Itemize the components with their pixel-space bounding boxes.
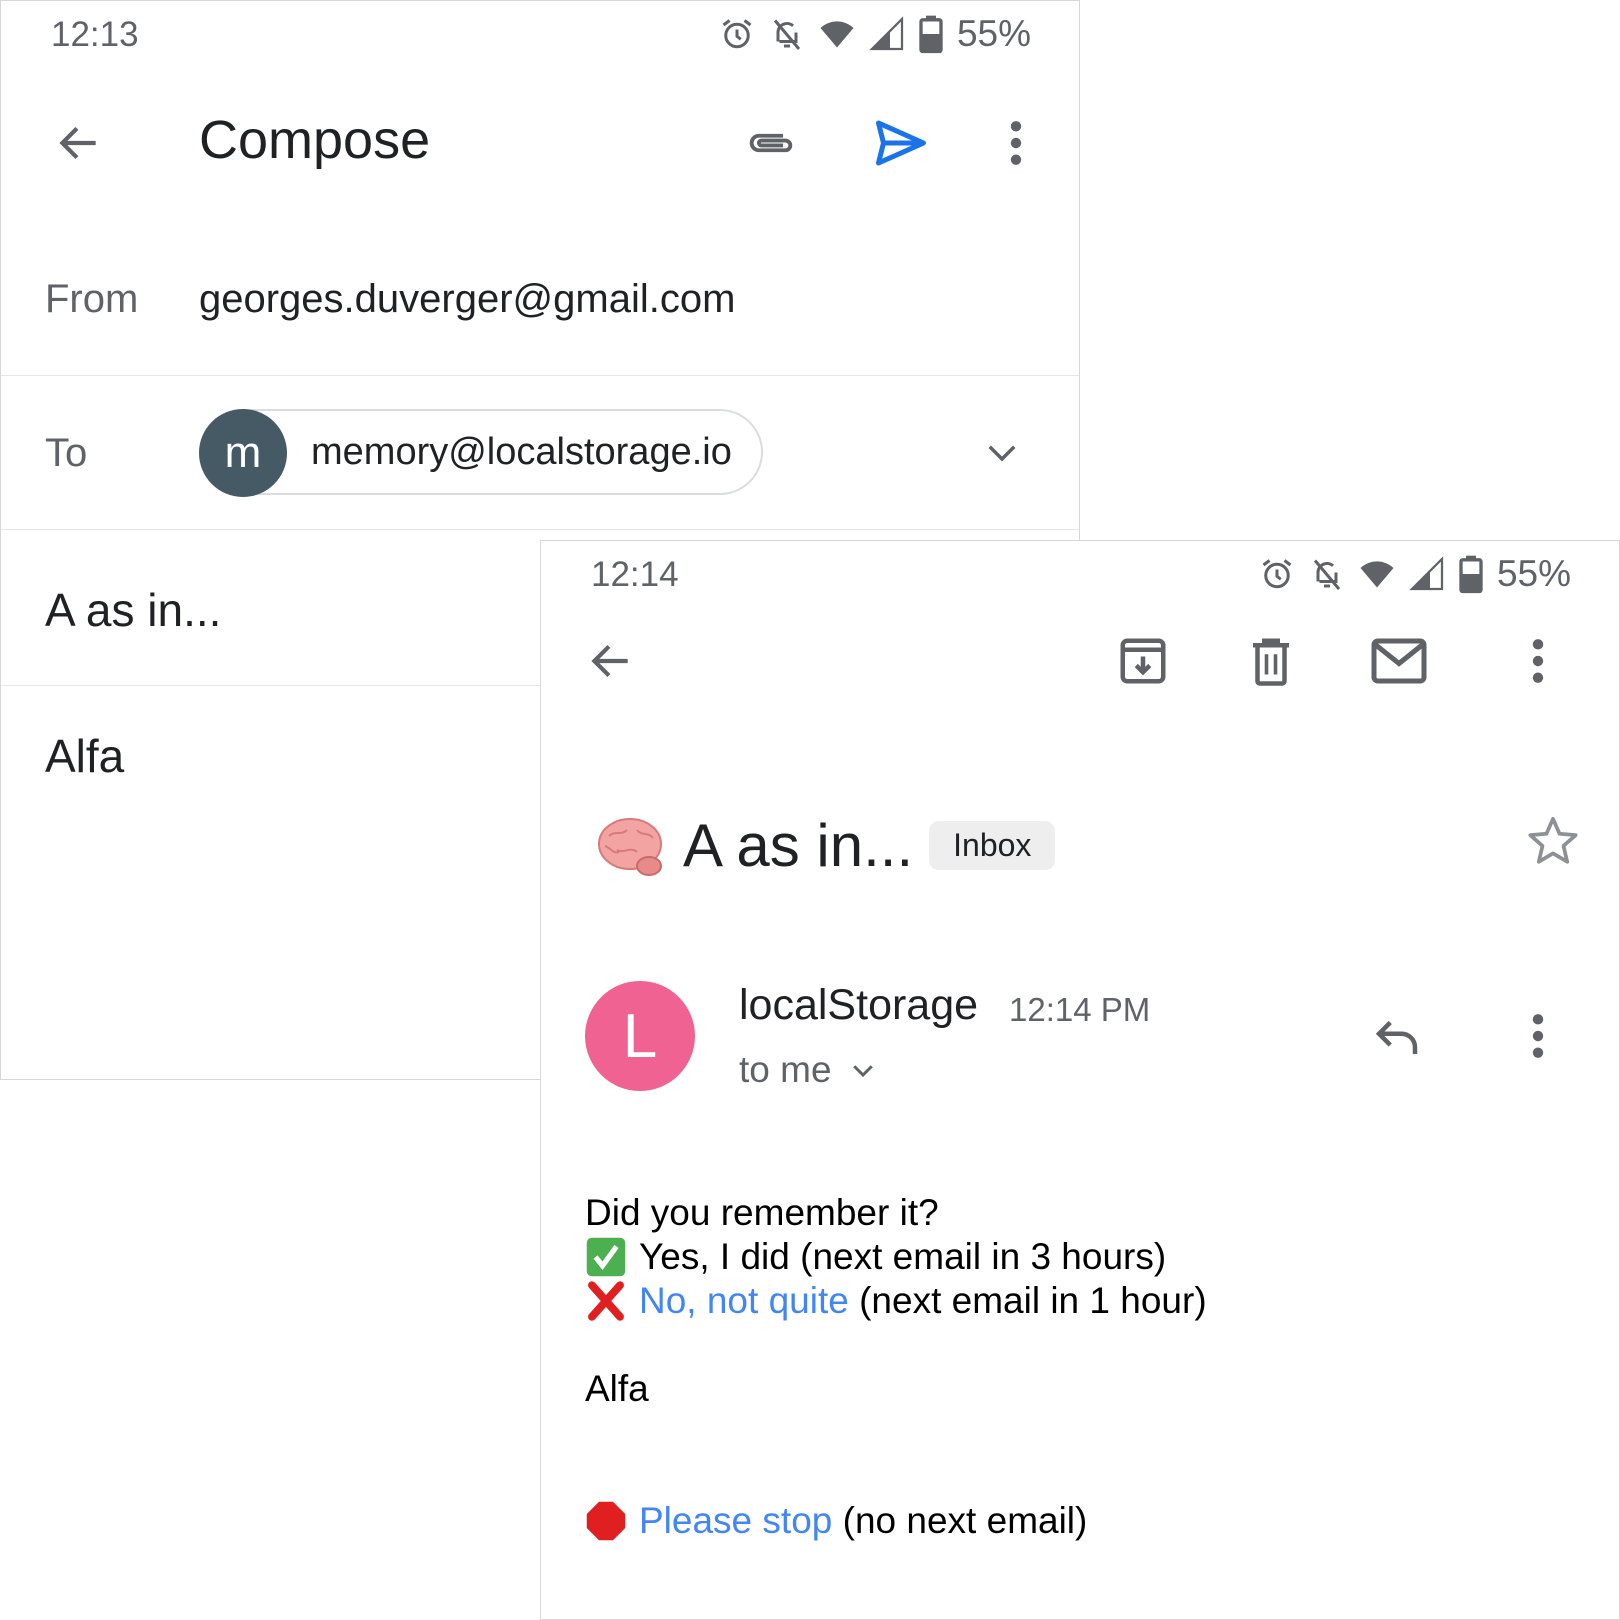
status-bar: 12:13 55% [1,1,1079,73]
message-more-button[interactable] [1513,1006,1563,1066]
battery-icon [919,15,943,54]
expand-recipients-button[interactable] [976,426,1028,478]
mark-unread-icon [1371,638,1427,684]
back-arrow-icon [591,644,628,678]
star-icon [1528,816,1578,864]
battery-percent: 55% [1496,553,1571,594]
chevron-down-icon [988,445,1016,462]
back-button[interactable] [581,631,641,691]
recipient-details-toggle[interactable]: to me [739,1049,878,1091]
wifi-icon [1360,561,1394,588]
back-arrow-icon [59,126,96,160]
no-option-suffix: (next email in 1 hour) [848,1280,1207,1321]
cell-signal-icon [1409,556,1444,591]
reply-button[interactable] [1367,1006,1427,1066]
sender-avatar[interactable]: L [585,981,695,1091]
subject-text: A as in... [683,812,914,879]
from-row: From georges.duverger@gmail.com [1,241,1079,376]
brain-emoji-icon [598,817,662,876]
page-title: Compose [199,110,431,170]
message-subject: A as in... Inbox [597,811,1056,880]
back-button[interactable] [49,113,109,173]
stop-option-suffix: (no next email) [832,1500,1088,1541]
wifi-icon [820,21,854,48]
alarm-icon [722,19,752,49]
subject-field[interactable]: A as in... [45,583,221,637]
notifications-off-icon [1313,559,1341,590]
body-stop-line: Please stop (no next email) [585,1499,1207,1543]
stop-sign-icon [586,1501,626,1541]
from-label: From [45,277,139,321]
no-not-quite-link[interactable]: No, not quite [639,1279,849,1323]
body-question: Did you remember it? [585,1192,939,1233]
more-vert-icon [1010,121,1022,165]
send-icon [876,120,926,166]
recipient-text: to me [739,1049,832,1090]
attach-icon [749,133,793,153]
to-label: To [45,431,88,475]
cross-mark-icon [588,1281,624,1321]
more-options-button[interactable] [1513,631,1563,691]
recipient-avatar: m [199,409,287,497]
archive-icon [1120,638,1166,684]
mark-unread-button[interactable] [1366,631,1432,691]
check-mark-icon [586,1237,626,1277]
battery-percent: 55% [956,13,1031,54]
status-time: 12:13 [51,15,139,54]
status-bar: 12:14 55% [541,541,1619,613]
message-time: 12:14 PM [1009,991,1151,1028]
chevron-down-icon [852,1065,873,1078]
attach-button[interactable] [741,113,801,173]
body-field[interactable]: Alfa [45,729,124,783]
message-body: Did you remember it? Yes, I did (next em… [585,1191,1207,1543]
star-button[interactable] [1523,811,1583,871]
send-button[interactable] [869,111,933,175]
body-yes-line: Yes, I did (next email in 3 hours) [585,1235,1207,1279]
body-no-line: No, not quite (next email in 1 hour) [585,1279,1207,1323]
yes-option-text: Yes, I did (next email in 3 hours) [639,1236,1167,1277]
status-time: 12:14 [591,555,679,594]
delete-icon [1253,638,1289,686]
battery-icon [1459,555,1483,594]
reply-icon [1375,1020,1418,1054]
recipient-chip[interactable]: m memory@localstorage.io [199,409,763,497]
inbox-label[interactable]: Inbox [929,821,1056,870]
notifications-off-icon [773,19,801,50]
sender-name: localStorage [739,981,979,1029]
please-stop-link[interactable]: Please stop [639,1499,832,1543]
body-answer: Alfa [585,1368,649,1409]
message-screen: 12:14 55% A as in... Inbox L localStorag… [540,540,1620,1620]
delete-button[interactable] [1241,631,1301,691]
recipient-email: memory@localstorage.io [311,431,732,473]
alarm-icon [1262,559,1292,589]
cell-signal-icon [869,16,904,51]
more-vert-icon [1532,639,1544,683]
more-options-button[interactable] [991,113,1041,173]
archive-button[interactable] [1113,631,1173,691]
more-vert-icon [1532,1014,1544,1058]
from-field[interactable]: georges.duverger@gmail.com [199,277,735,322]
